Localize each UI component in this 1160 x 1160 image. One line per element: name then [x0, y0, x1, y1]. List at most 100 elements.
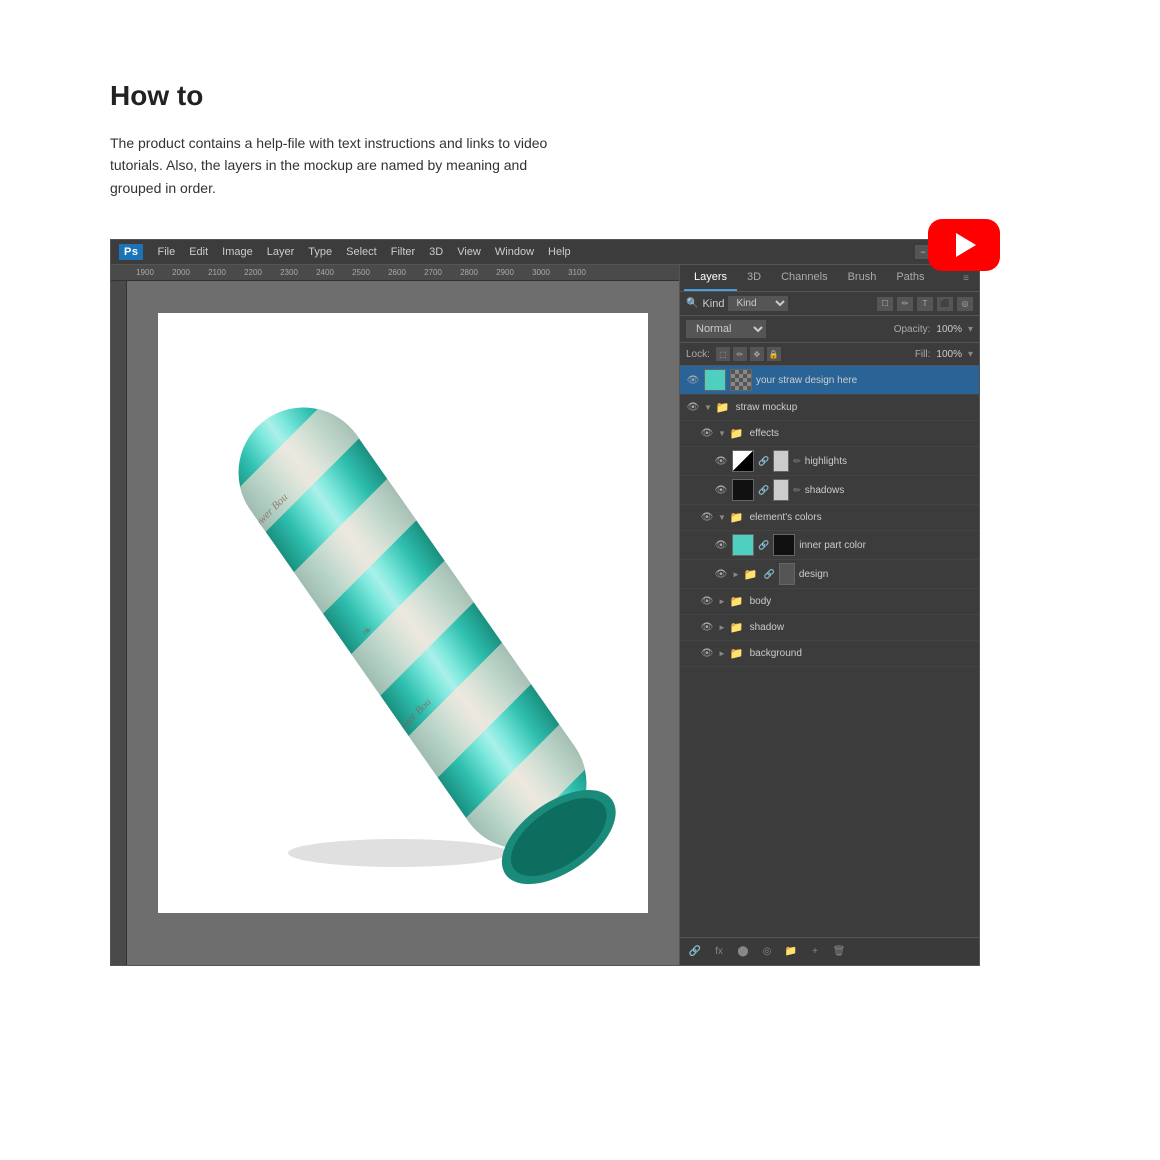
- menu-image[interactable]: Image: [216, 244, 259, 260]
- menu-view[interactable]: View: [451, 244, 487, 260]
- tab-brush[interactable]: Brush: [838, 265, 887, 291]
- link-icon: 🔗: [764, 569, 775, 580]
- new-group-icon[interactable]: 📁: [782, 943, 800, 961]
- fill-arrow[interactable]: ▾: [968, 349, 973, 360]
- layer-item-shadows[interactable]: 👁 🔗 ✏ shadows: [680, 476, 979, 505]
- visibility-icon[interactable]: 👁: [700, 595, 714, 609]
- opacity-arrow[interactable]: ▾: [968, 324, 973, 335]
- lock-all-icon[interactable]: 🔒: [767, 347, 781, 361]
- layer-name-effects: effects: [750, 428, 973, 439]
- tab-paths[interactable]: Paths: [886, 265, 934, 291]
- ruler-numbers: 1900 2000 2100 2200 2300 2400 2500 2600 …: [127, 268, 595, 277]
- ruler-num: 2900: [487, 268, 523, 277]
- menu-help[interactable]: Help: [542, 244, 577, 260]
- new-fill-icon[interactable]: ⬤: [734, 943, 752, 961]
- layers-panel: 🔍 Kind Kind ☐ ✏ T ⬛ ◎: [680, 292, 979, 937]
- youtube-button[interactable]: [928, 219, 1000, 271]
- visibility-icon[interactable]: 👁: [700, 647, 714, 661]
- brush-icon: ✏: [793, 485, 801, 496]
- visibility-icon[interactable]: 👁: [714, 454, 728, 468]
- fx-icon[interactable]: fx: [710, 943, 728, 961]
- filter-pixel-icon[interactable]: ☐: [877, 297, 893, 311]
- ruler-num: 2200: [235, 268, 271, 277]
- visibility-icon[interactable]: 👁: [700, 427, 714, 441]
- link-icon: 🔗: [758, 456, 769, 467]
- lock-row: Lock: ⬚ ✏ ✥ 🔒 Fill: 100% ▾: [680, 343, 979, 366]
- ps-canvas-area: 1900 2000 2100 2200 2300 2400 2500 2600 …: [111, 265, 679, 965]
- filter-smart-icon[interactable]: ◎: [957, 297, 973, 311]
- layer-name-design: design: [799, 569, 973, 580]
- page-description: The product contains a help-file with te…: [110, 132, 560, 199]
- ruler-num: 1900: [127, 268, 163, 277]
- expand-arrow[interactable]: ▼: [718, 513, 726, 522]
- expand-arrow[interactable]: ▼: [704, 403, 712, 412]
- menu-layer[interactable]: Layer: [261, 244, 301, 260]
- folder-icon: 📁: [730, 595, 744, 608]
- filter-type-icon[interactable]: T: [917, 297, 933, 311]
- menu-select[interactable]: Select: [340, 244, 383, 260]
- layer-thumb-teal: [732, 534, 754, 556]
- menu-edit[interactable]: Edit: [183, 244, 214, 260]
- fill-value: 100%: [936, 349, 962, 360]
- layer-item-shadow[interactable]: 👁 ► 📁 shadow: [680, 615, 979, 641]
- page-container: How to The product contains a help-file …: [0, 0, 1160, 1046]
- link-icon: 🔗: [758, 540, 769, 551]
- lock-position-icon[interactable]: ✥: [750, 347, 764, 361]
- new-layer-icon[interactable]: +: [806, 943, 824, 961]
- layer-item-highlights[interactable]: 👁 🔗 ✏ highlights: [680, 447, 979, 476]
- filter-kind-label: Kind: [702, 298, 724, 310]
- layer-item-design[interactable]: 👁 ► 📁 🔗 design: [680, 560, 979, 589]
- folder-icon: 📁: [730, 647, 744, 660]
- expand-arrow[interactable]: ►: [732, 570, 740, 579]
- visibility-icon[interactable]: 👁: [686, 373, 700, 387]
- ps-canvas: ower Bou ower Bou ❧: [158, 313, 648, 913]
- lock-icons: ⬚ ✏ ✥ 🔒: [716, 347, 781, 361]
- menu-window[interactable]: Window: [489, 244, 540, 260]
- layer-item-straw-mockup[interactable]: 👁 ▼ 📁 straw mockup: [680, 395, 979, 421]
- menu-type[interactable]: Type: [302, 244, 338, 260]
- opacity-label: Opacity:: [894, 324, 931, 335]
- layer-item-straw-design[interactable]: 👁 your straw design here: [680, 366, 979, 395]
- visibility-icon[interactable]: 👁: [700, 621, 714, 635]
- blend-mode-select[interactable]: Normal: [686, 320, 766, 338]
- expand-arrow[interactable]: ►: [718, 623, 726, 632]
- visibility-icon[interactable]: 👁: [714, 567, 728, 581]
- layer-item-body[interactable]: 👁 ► 📁 body: [680, 589, 979, 615]
- expand-arrow[interactable]: ►: [718, 649, 726, 658]
- tab-layers[interactable]: Layers: [684, 265, 737, 291]
- ps-panels: Layers 3D Channels Brush Paths ≡ 🔍 Kind: [679, 265, 979, 965]
- layer-item-effects[interactable]: 👁 ▼ 📁 effects: [680, 421, 979, 447]
- layer-thumb-checker: [730, 369, 752, 391]
- layer-name-elements-colors: element's colors: [750, 512, 973, 523]
- layer-item-background[interactable]: 👁 ► 📁 background: [680, 641, 979, 667]
- layer-name-background: background: [750, 648, 973, 659]
- mask-icon[interactable]: ◎: [758, 943, 776, 961]
- filter-kind-select[interactable]: Kind: [728, 296, 788, 311]
- visibility-icon[interactable]: 👁: [714, 483, 728, 497]
- expand-arrow[interactable]: ▼: [718, 429, 726, 438]
- link-layers-icon[interactable]: 🔗: [686, 943, 704, 961]
- visibility-icon[interactable]: 👁: [714, 538, 728, 552]
- lock-label: Lock:: [686, 349, 710, 360]
- lock-pixels-icon[interactable]: ✏: [733, 347, 747, 361]
- tab-3d[interactable]: 3D: [737, 265, 771, 291]
- lock-transparent-icon[interactable]: ⬚: [716, 347, 730, 361]
- visibility-icon[interactable]: 👁: [700, 511, 714, 525]
- layer-thumb-black: [773, 534, 795, 556]
- visibility-icon[interactable]: 👁: [686, 401, 700, 415]
- layer-mask-thumb: [773, 450, 789, 472]
- layer-item-inner-part[interactable]: 👁 🔗 inner part color: [680, 531, 979, 560]
- filter-adjust-icon[interactable]: ✏: [897, 297, 913, 311]
- tab-channels[interactable]: Channels: [771, 265, 837, 291]
- ps-menubar: Ps File Edit Image Layer Type Select Fil…: [111, 240, 979, 265]
- filter-shape-icon[interactable]: ⬛: [937, 297, 953, 311]
- canvas-wrapper: ower Bou ower Bou ❧: [127, 281, 679, 945]
- expand-arrow[interactable]: ►: [718, 597, 726, 606]
- menu-file[interactable]: File: [151, 244, 181, 260]
- delete-layer-icon[interactable]: 🗑: [830, 943, 848, 961]
- layer-name-shadow: shadow: [750, 622, 973, 633]
- menu-3d[interactable]: 3D: [423, 244, 449, 260]
- menu-filter[interactable]: Filter: [385, 244, 421, 260]
- layer-item-elements-colors[interactable]: 👁 ▼ 📁 element's colors: [680, 505, 979, 531]
- ruler-side: [111, 281, 127, 965]
